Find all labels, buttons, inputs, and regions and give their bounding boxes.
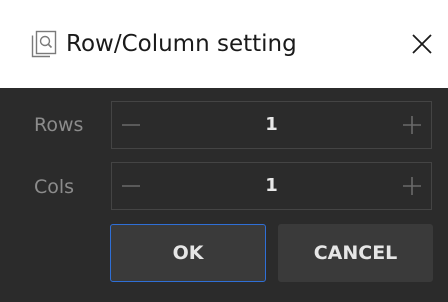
- rows-value[interactable]: 1: [152, 102, 391, 148]
- dialog-title: Row/Column setting: [66, 31, 297, 57]
- cols-label: Cols: [34, 176, 75, 198]
- plus-icon[interactable]: [391, 163, 431, 209]
- title-bar: Row/Column setting: [0, 0, 448, 88]
- rows-stepper[interactable]: 1: [111, 101, 432, 149]
- ok-button[interactable]: OK: [110, 224, 266, 282]
- cols-value[interactable]: 1: [152, 163, 391, 209]
- window-settings-icon: [31, 30, 57, 58]
- plus-icon[interactable]: [391, 102, 431, 148]
- minus-icon[interactable]: [112, 102, 152, 148]
- rows-label: Rows: [34, 114, 84, 136]
- cols-stepper[interactable]: 1: [111, 162, 432, 210]
- close-icon[interactable]: [404, 26, 440, 62]
- minus-icon[interactable]: [112, 163, 152, 209]
- row-column-setting-dialog: Row/Column setting Rows 1 Cols 1 OK CANC…: [0, 0, 448, 302]
- cancel-button[interactable]: CANCEL: [278, 224, 433, 282]
